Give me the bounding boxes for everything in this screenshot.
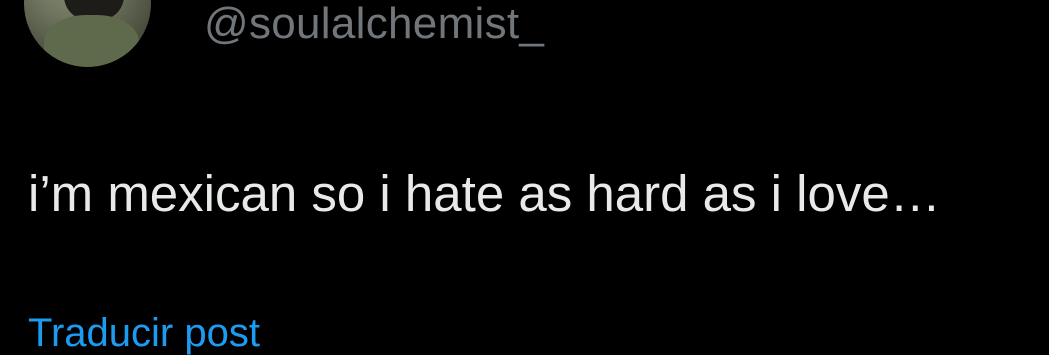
translate-post-link[interactable]: Traducir post [28,311,260,355]
tweet-text: i’m mexican so i hate as hard as i love… [28,165,941,222]
author-handle[interactable]: @soulalchemist_ [204,2,544,46]
avatar-shoulder-shape [44,15,139,67]
avatar[interactable] [24,0,151,67]
